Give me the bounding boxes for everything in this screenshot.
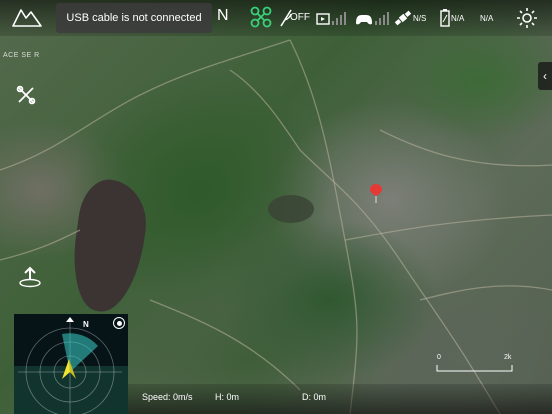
settings-gear-icon[interactable] <box>516 7 538 29</box>
map-attribution: ACE SE R <box>3 52 40 59</box>
video-signal-icon[interactable] <box>316 10 350 26</box>
location-pin-icon[interactable] <box>369 183 383 203</box>
aircraft-status-icon[interactable] <box>250 6 272 28</box>
scale-start-label: 0 <box>437 354 441 361</box>
gps-satellite-icon[interactable] <box>393 8 413 28</box>
remote-controller-signal-icon[interactable] <box>354 9 390 27</box>
scale-end-label: 2k <box>504 354 512 361</box>
takeoff-icon[interactable] <box>18 266 42 288</box>
radar-mode-toggle[interactable] <box>113 317 125 329</box>
north-indicator: N <box>83 320 89 329</box>
back-home-icon[interactable] <box>12 6 42 28</box>
flight-mode-indicator[interactable]: N <box>217 7 229 25</box>
flight-time-status: N/A <box>480 14 494 23</box>
battery-icon[interactable] <box>440 9 450 27</box>
battery-status: N/A <box>451 14 465 23</box>
distance-readout: D: 0m <box>302 392 327 402</box>
connection-status-message[interactable]: USB cable is not connected <box>56 3 212 33</box>
map-tools-icon[interactable] <box>16 85 36 105</box>
side-panel-toggle[interactable]: ‹ <box>538 62 552 90</box>
gps-status: N/S <box>413 14 427 23</box>
speed-readout: Speed: 0m/s <box>142 392 193 402</box>
height-readout: H: 0m <box>215 392 240 402</box>
obstacle-avoidance-status: OFF <box>290 12 310 23</box>
attitude-radar[interactable]: N <box>14 314 128 414</box>
radar-rings <box>18 317 122 414</box>
